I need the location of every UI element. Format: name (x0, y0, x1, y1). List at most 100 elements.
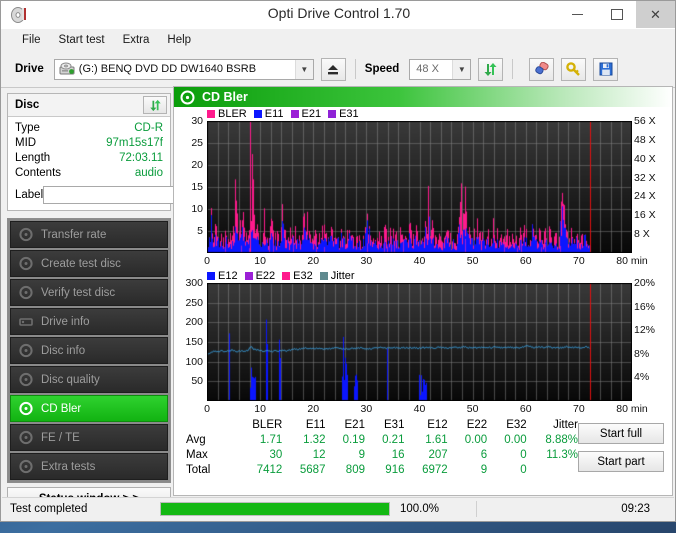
cell-total-e21: 809 (345, 463, 365, 476)
sidebar-item-drive-info[interactable]: Drive info (10, 308, 168, 335)
col-e21: E21 (344, 418, 365, 431)
speed-value: 48 X (416, 63, 439, 75)
status-message: Test completed (10, 503, 88, 515)
menu-item-help[interactable]: Help (158, 32, 200, 48)
minimize-button[interactable] (558, 1, 597, 28)
x-axis-tick: 30 (360, 255, 373, 267)
sidebar-item-disc-quality[interactable]: Disc quality (10, 366, 168, 393)
y2-axis-tick: 16% (634, 300, 656, 313)
x-axis-tick: 10 (254, 255, 266, 267)
disc-info-rows: Type CD-R MID 97m15s17f Length 72:03.11 … (8, 117, 247, 210)
cell-avg-e11: 1.32 (303, 433, 326, 446)
action-buttons: Start full Start part (578, 423, 664, 479)
key-button[interactable] (561, 57, 587, 81)
elapsed-time-wrap: 09:23 (621, 503, 674, 515)
progress-bar (160, 502, 390, 516)
disc-row-mid-value: 97m15s17f (106, 137, 163, 149)
y2-axis-tick: 8% (634, 347, 650, 360)
menu-item-file[interactable]: File (13, 32, 50, 48)
legend-swatch (207, 272, 215, 280)
disc-label-key: Label (15, 189, 44, 201)
sidebar-item-label: Drive info (41, 315, 90, 328)
menu-item-start-test[interactable]: Start test (50, 32, 114, 48)
legend-label: E21 (301, 108, 322, 120)
sidebar-item-fe-te[interactable]: FE / TE (10, 424, 168, 451)
left-column: Disc Type CD-R MID 97m15s17f Length 72:0… (7, 93, 247, 510)
drive-select[interactable]: (G:) BENQ DVD DD DW1640 BSRB ▼ (53, 58, 314, 80)
y2-axis-tick: 32 X (634, 171, 656, 184)
y2-axis-tick: 40 X (634, 152, 656, 165)
cell-avg-e32: 0.00 (504, 433, 527, 446)
sidebar-item-create-test-disc[interactable]: Create test disc (10, 250, 168, 277)
chevron-down-icon[interactable]: ▼ (294, 59, 313, 79)
disc-row-type-key: Type (15, 122, 40, 134)
cd-bler-chart-legend: BLER E11 E21 E31 (174, 107, 672, 121)
start-part-button[interactable]: Start part (578, 451, 664, 472)
window-controls (558, 1, 675, 28)
sidebar-item-extra-tests[interactable]: Extra tests (10, 453, 168, 480)
legend-swatch (207, 110, 215, 118)
y-axis-tick: 15 (191, 181, 203, 193)
sidebar-item-verify-test-disc[interactable]: Verify test disc (10, 279, 168, 306)
table-row-avg: Avg 1.71 1.32 0.19 0.21 1.61 0.00 0.00 8… (184, 432, 584, 447)
x-axis-tick: 80 min (616, 255, 648, 267)
progress-label: 100.0% (400, 503, 440, 515)
disc-panel-header: Disc (8, 94, 170, 117)
legend-item-bler: BLER (207, 108, 247, 120)
x-axis-tick: 70 (573, 403, 585, 415)
y-axis-tick: 150 (185, 336, 203, 348)
refresh-button[interactable] (478, 57, 504, 81)
y2-axis-tick: 4% (634, 371, 650, 384)
speed-select[interactable]: 48 X ▼ (409, 58, 472, 80)
legend-label: E12 (218, 270, 238, 282)
disc-icon (19, 285, 34, 300)
disc-row-type-value: CD-R (134, 122, 163, 134)
close-button[interactable] (636, 1, 675, 28)
start-full-button[interactable]: Start full (578, 423, 664, 444)
sidebar-item-label: Disc info (41, 344, 86, 357)
y2-axis-tick: 24 X (634, 190, 656, 203)
maximize-button[interactable] (597, 1, 636, 28)
chevron-down-icon[interactable]: ▼ (452, 59, 471, 79)
legend-item-e11: E11 (253, 108, 284, 120)
legend-label: E11 (264, 108, 284, 120)
disc-refresh-button[interactable] (143, 96, 167, 114)
x-axis-tick: 20 (307, 403, 320, 415)
sidebar-item-transfer-rate[interactable]: Transfer rate (10, 221, 168, 248)
x-axis-tick: 30 (360, 403, 373, 415)
y2-axis-tick: 16 X (634, 209, 656, 222)
legend-label: E31 (339, 108, 359, 120)
save-button[interactable] (593, 57, 619, 81)
toolbar: Drive (G:) BENQ DVD DD DW1640 BSRB ▼ Spe… (1, 51, 675, 88)
y2-axis-tick: 8 X (634, 228, 650, 241)
y-axis-tick: 30 (191, 115, 203, 127)
x-axis-tick: 0 (204, 403, 210, 415)
x-axis-tick: 40 (413, 255, 426, 267)
cd-bler-plot-canvas (207, 121, 632, 253)
disc-row-length: Length 72:03.11 (15, 151, 163, 166)
y2-axis-tick: 56 X (634, 115, 656, 127)
menu-item-extra[interactable]: Extra (114, 32, 159, 48)
jitter-chart-legend: E12 E22 E32 Jitter (174, 269, 672, 283)
cell-avg-e22: 0.00 (464, 433, 488, 446)
erase-button[interactable] (529, 57, 555, 81)
disc-row-mid: MID 97m15s17f (15, 136, 163, 151)
toolbar-separator-2 (512, 59, 514, 79)
y-axis-tick: 250 (185, 296, 203, 309)
eject-button[interactable] (320, 57, 346, 81)
col-e11: E11 (305, 418, 326, 431)
cell-total-e32: 0 (520, 463, 527, 476)
cell-max-bler: 30 (269, 448, 283, 461)
disc-panel-title: Disc (15, 99, 40, 111)
sidebar-item-cd-bler[interactable]: CD Bler (10, 395, 168, 422)
sidebar-item-label: Create test disc (41, 257, 121, 270)
col-e22: E22 (466, 418, 488, 431)
sidebar-item-disc-info[interactable]: Disc info (10, 337, 168, 364)
elapsed-time: 09:23 (621, 503, 650, 515)
disc-row-contents: Contents audio (15, 166, 163, 181)
disc-icon (19, 430, 34, 445)
section-header: CD Bler (174, 87, 672, 107)
toolbar-separator-1 (354, 59, 356, 79)
disc-row-length-key: Length (15, 152, 51, 164)
sidebar-item-label: CD Bler (41, 402, 82, 415)
